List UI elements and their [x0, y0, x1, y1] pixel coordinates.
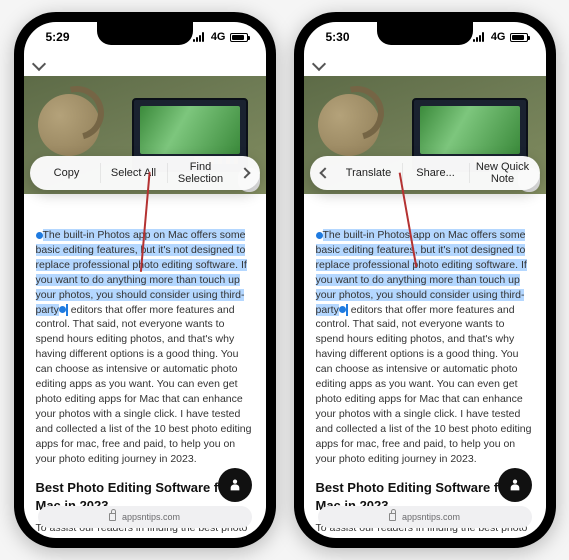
text-selection-menu: Copy Select All Find Selection [30, 156, 260, 190]
url-text: appsntips.com [122, 512, 180, 522]
menu-share[interactable]: Share... [403, 163, 470, 183]
menu-select-all[interactable]: Select All [101, 163, 168, 183]
menu-copy[interactable]: Copy [34, 163, 101, 183]
paragraph-1-rest[interactable]: editors that offer more features and con… [36, 304, 252, 465]
menu-translate[interactable]: Translate [336, 163, 403, 183]
url-bar[interactable]: appsntips.com [318, 506, 532, 528]
paragraph-1-rest[interactable]: editors that offer more features and con… [316, 304, 532, 465]
network-label: 4G [211, 31, 226, 43]
lock-icon [109, 513, 116, 521]
screen: 5:30 4G Translate Share... New Quick Not… [304, 22, 546, 538]
signal-icon [193, 32, 207, 42]
battery-icon [230, 33, 248, 42]
selection-start-handle[interactable] [36, 232, 43, 239]
url-bar[interactable]: appsntips.com [38, 506, 252, 528]
menu-quick-note[interactable]: New Quick Note [470, 157, 536, 189]
status-right: 4G [473, 31, 528, 43]
chevron-down-icon[interactable] [31, 57, 45, 71]
person-icon [227, 477, 243, 493]
url-text: appsntips.com [402, 512, 460, 522]
menu-next-page[interactable] [234, 169, 256, 177]
chevron-down-icon[interactable] [311, 57, 325, 71]
status-time: 5:30 [326, 30, 350, 44]
vase-decor [318, 94, 380, 156]
iphone-frame-left: 5:29 4G Copy Select All Find Selection T… [14, 12, 276, 548]
notch [97, 22, 193, 45]
menu-prev-page[interactable] [314, 169, 336, 177]
reader-topbar [304, 52, 546, 76]
paragraph-1[interactable]: The built-in Photos app on Mac offers so… [316, 228, 534, 467]
iphone-frame-right: 5:30 4G Translate Share... New Quick Not… [294, 12, 556, 548]
reader-topbar [24, 52, 266, 76]
battery-icon [510, 33, 528, 42]
chevron-left-icon [319, 167, 330, 178]
chevron-right-icon [239, 167, 250, 178]
accessibility-fab[interactable] [498, 468, 532, 502]
text-selection-menu: Translate Share... New Quick Note [310, 156, 540, 190]
vase-decor [38, 94, 100, 156]
lock-icon [389, 513, 396, 521]
paragraph-1[interactable]: The built-in Photos app on Mac offers so… [36, 228, 254, 467]
status-time: 5:29 [46, 30, 70, 44]
person-icon [507, 477, 523, 493]
status-right: 4G [193, 31, 248, 43]
signal-icon [473, 32, 487, 42]
screen: 5:29 4G Copy Select All Find Selection T… [24, 22, 266, 538]
selection-end-handle[interactable] [339, 306, 346, 313]
menu-find-selection[interactable]: Find Selection [168, 157, 234, 189]
notch [377, 22, 473, 45]
selection-start-handle[interactable] [316, 232, 323, 239]
network-label: 4G [491, 31, 506, 43]
selection-end-handle[interactable] [59, 306, 66, 313]
accessibility-fab[interactable] [218, 468, 252, 502]
